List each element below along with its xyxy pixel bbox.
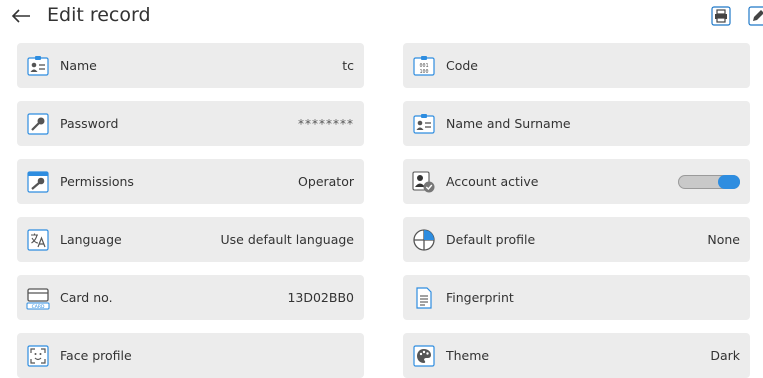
password-field[interactable]: Password ******** — [17, 101, 364, 146]
arrow-left-icon — [11, 9, 30, 23]
card-no-field[interactable]: CARD Card no. 13D02BB0 — [17, 275, 364, 320]
fingerprint-label: Fingerprint — [446, 290, 514, 305]
page-title: Edit record — [47, 4, 151, 26]
theme-value: Dark — [710, 348, 740, 363]
key-icon — [26, 112, 50, 136]
card-no-label: Card no. — [60, 290, 113, 305]
face-profile-label: Face profile — [60, 348, 132, 363]
name-surname-field[interactable]: Name and Surname — [403, 101, 750, 146]
palette-icon — [412, 344, 436, 368]
toggle-knob — [718, 174, 740, 189]
permissions-label: Permissions — [60, 174, 134, 189]
password-value: ******** — [298, 116, 354, 131]
language-value: Use default language — [220, 232, 354, 247]
language-field[interactable]: Language Use default language — [17, 217, 364, 262]
svg-text:100: 100 — [419, 69, 428, 75]
default-profile-value: None — [707, 232, 740, 247]
svg-text:CARD: CARD — [32, 304, 45, 310]
card-no-value: 13D02BB0 — [287, 290, 354, 305]
theme-label: Theme — [446, 348, 490, 363]
account-active-field[interactable]: Account active — [403, 159, 750, 204]
id-card-icon — [412, 112, 436, 136]
language-label: Language — [60, 232, 122, 247]
id-card-icon — [26, 54, 50, 78]
card-icon: CARD — [26, 286, 50, 310]
name-value: tc — [342, 58, 354, 73]
printer-icon — [711, 6, 731, 26]
default-profile-label: Default profile — [446, 232, 536, 247]
account-active-label: Account active — [446, 174, 539, 189]
face-profile-field[interactable]: Face profile — [17, 333, 364, 378]
code-icon: 001 100 — [412, 54, 436, 78]
profile-icon — [412, 228, 436, 252]
face-icon — [26, 344, 50, 368]
edit-icon — [748, 6, 763, 26]
fingerprint-field[interactable]: Fingerprint — [403, 275, 750, 320]
account-active-toggle[interactable] — [678, 174, 740, 189]
print-button[interactable] — [711, 6, 731, 26]
header: Edit record — [0, 0, 763, 34]
name-surname-label: Name and Surname — [446, 116, 571, 131]
password-label: Password — [60, 116, 119, 131]
default-profile-field[interactable]: Default profile None — [403, 217, 750, 262]
theme-field[interactable]: Theme Dark — [403, 333, 750, 378]
language-icon — [26, 228, 50, 252]
code-field[interactable]: 001 100 Code — [403, 43, 750, 88]
name-field[interactable]: Name tc — [17, 43, 364, 88]
key-icon — [26, 170, 50, 194]
permissions-field[interactable]: Permissions Operator — [17, 159, 364, 204]
name-label: Name — [60, 58, 97, 73]
user-check-icon — [412, 170, 436, 194]
edit-button[interactable] — [748, 6, 763, 26]
document-icon — [412, 286, 436, 310]
code-label: Code — [446, 58, 479, 73]
back-button[interactable] — [8, 3, 34, 29]
permissions-value: Operator — [298, 174, 354, 189]
